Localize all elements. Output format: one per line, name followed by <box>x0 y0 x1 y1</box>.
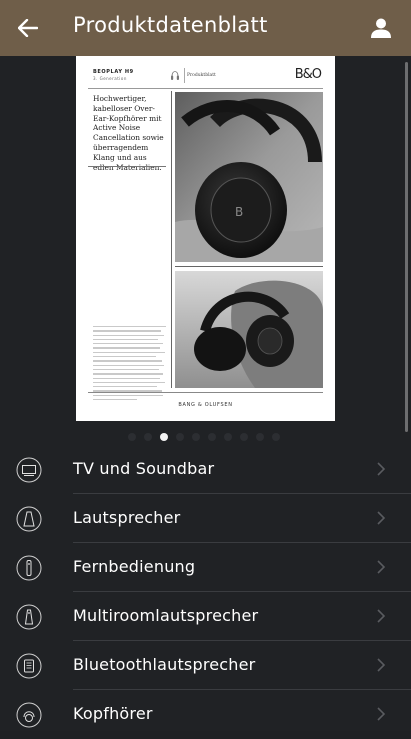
datasheet-preview[interactable]: BEOPLAY H9 3. Generation Produktblatt B&… <box>76 56 335 421</box>
page-indicator <box>128 433 280 441</box>
tv-icon <box>16 457 42 483</box>
account-button[interactable] <box>367 14 395 42</box>
category-item-lautsprecher[interactable]: Lautsprecher <box>0 494 411 543</box>
remote-icon <box>16 555 42 581</box>
page-dot[interactable] <box>192 433 200 441</box>
category-item-tv-und-soundbar[interactable]: TV und Soundbar <box>0 445 411 494</box>
category-list: TV und Soundbar Lautsprecher Fernbedienu… <box>0 445 411 739</box>
chevron-right-icon <box>377 462 386 476</box>
chevron-right-icon <box>377 707 386 721</box>
page-dot[interactable] <box>128 433 136 441</box>
category-label: Lautsprecher <box>73 508 181 527</box>
column-divider <box>171 91 172 388</box>
page-dot[interactable] <box>240 433 248 441</box>
person-icon <box>371 18 391 38</box>
category-item-bluetoothlautsprecher[interactable]: Bluetoothlautsprecher <box>0 641 411 690</box>
speaker-icon <box>16 506 42 532</box>
brand-logo: B&O <box>294 67 322 82</box>
chevron-right-icon <box>377 658 386 672</box>
sheet-type-label: Produktblatt <box>187 73 216 78</box>
page-dot[interactable] <box>272 433 280 441</box>
photo-divider <box>175 266 323 267</box>
page-dot[interactable] <box>224 433 232 441</box>
arrow-left-icon <box>18 19 38 37</box>
page-title: Produktdatenblatt <box>73 13 268 37</box>
headphones-icon <box>16 702 42 728</box>
svg-text:B: B <box>235 205 243 219</box>
category-label: TV und Soundbar <box>73 459 215 478</box>
product-photo-main: B <box>175 92 323 262</box>
category-label: Multiroomlautsprecher <box>73 606 259 625</box>
multiroom-speaker-icon <box>16 604 42 630</box>
datasheet-header: BEOPLAY H9 3. Generation Produktblatt B&… <box>88 66 323 89</box>
scrollbar[interactable] <box>405 62 408 432</box>
app-bar: Produktdatenblatt <box>0 0 411 56</box>
category-item-fernbedienung[interactable]: Fernbedienung <box>0 543 411 592</box>
headphones-icon <box>171 71 179 80</box>
category-item-multiroomlautsprecher[interactable]: Multiroomlautsprecher <box>0 592 411 641</box>
footer-divider <box>88 392 323 393</box>
chevron-right-icon <box>377 609 386 623</box>
headline-divider <box>88 166 166 167</box>
category-label: Kopfhörer <box>73 704 153 723</box>
chevron-right-icon <box>377 560 386 574</box>
category-item-kopfhoerer[interactable]: Kopfhörer <box>0 690 411 739</box>
datasheet-footer: BANG & OLUFSEN <box>178 402 233 408</box>
chevron-right-icon <box>377 511 386 525</box>
product-headline: Hochwertiger, kabelloser Over-Ear-Kopfhö… <box>93 94 164 172</box>
product-generation: 3. Generation <box>93 76 127 81</box>
page-dot[interactable] <box>256 433 264 441</box>
page-dot[interactable] <box>176 433 184 441</box>
bluetooth-speaker-icon <box>16 653 42 679</box>
product-name: BEOPLAY H9 <box>93 69 134 75</box>
category-label: Fernbedienung <box>73 557 196 576</box>
page-dot[interactable] <box>160 433 168 441</box>
product-photo-secondary <box>175 271 323 388</box>
page-dot[interactable] <box>208 433 216 441</box>
header-divider <box>184 68 185 83</box>
page-dot[interactable] <box>144 433 152 441</box>
category-label: Bluetoothlautsprecher <box>73 655 256 674</box>
back-button[interactable] <box>14 14 42 42</box>
